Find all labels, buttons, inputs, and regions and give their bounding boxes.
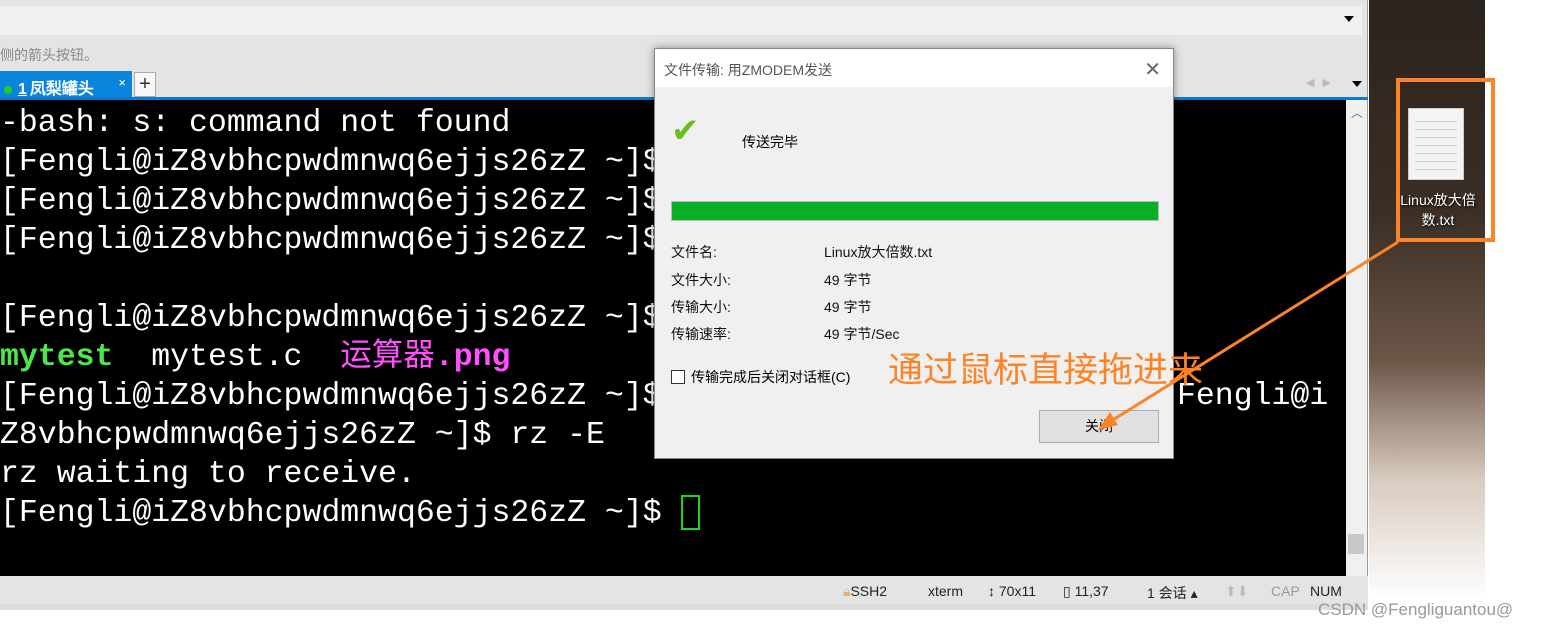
scroll-thumb[interactable] bbox=[1348, 534, 1364, 554]
cursor bbox=[680, 495, 700, 531]
dropdown-arrow-icon[interactable] bbox=[1344, 16, 1354, 22]
scroll-up-icon[interactable]: ︿ bbox=[1351, 104, 1363, 121]
field-row: 传输大小: 49 字节 bbox=[671, 297, 871, 317]
tab-menu-icon[interactable] bbox=[1352, 81, 1362, 87]
terminal-line: [Fengli@iZ8vbhcpwdmnwq6ejjs26zZ ~]$ bbox=[0, 301, 662, 336]
field-label: 文件名: bbox=[671, 244, 717, 260]
ssh-label: SSH2 bbox=[850, 583, 888, 599]
dialog-title: 文件传输: 用ZMODEM发送 bbox=[655, 49, 1173, 87]
status-pos: ▯ 11,37 bbox=[1063, 583, 1109, 599]
terminal-line: [Fengli@iZ8vbhcpwdmnwq6ejjs26zZ ~]$ bbox=[0, 184, 662, 219]
ls-output: mytest mytest.c 运算器.png bbox=[0, 338, 510, 377]
field-label: 文件大小: bbox=[671, 272, 731, 288]
field-value: Linux放大倍数.txt bbox=[824, 244, 933, 260]
field-row: 文件名: Linux放大倍数.txt bbox=[671, 242, 932, 262]
field-label: 传输速率: bbox=[671, 326, 731, 342]
status-arrows-icon[interactable]: ⬆⬇ bbox=[1225, 583, 1248, 600]
hint-text: 侧的箭头按钮。 bbox=[0, 47, 98, 63]
auto-close-checkbox[interactable]: 传输完成后关闭对话框(C) bbox=[671, 367, 850, 387]
annotation-text: 通过鼠标直接拖进来 bbox=[888, 351, 1204, 390]
progress-bar bbox=[671, 201, 1159, 221]
connected-icon bbox=[4, 86, 12, 94]
field-value: 49 字节 bbox=[824, 299, 872, 315]
address-bar[interactable] bbox=[0, 6, 1362, 35]
field-label: 传输大小: bbox=[671, 299, 731, 315]
status-cap: CAP bbox=[1271, 583, 1300, 599]
tab-session[interactable]: 1 凤梨罐头 × bbox=[0, 71, 132, 98]
status-num: NUM bbox=[1310, 583, 1342, 599]
terminal-line: [Fengli@iZ8vbhcpwdmnwq6ejjs26zZ ~]$ bbox=[0, 145, 662, 180]
tab-index: 1 bbox=[18, 81, 27, 98]
field-row: 文件大小: 49 字节 bbox=[671, 270, 871, 290]
tab-scroll-arrows-icon[interactable]: ◀▶ bbox=[1306, 76, 1339, 89]
status-ssh: 🔒︎SSH2 bbox=[843, 583, 887, 600]
status-sessions[interactable]: 1 会话 ▴ bbox=[1147, 583, 1198, 603]
transfer-status: 传送完毕 bbox=[742, 134, 798, 150]
terminal-line: Z8vbhcpwdmnwq6ejjs26zZ ~]$ rz -E bbox=[0, 418, 605, 453]
terminal-prompt-line: [Fengli@iZ8vbhcpwdmnwq6ejjs26zZ ~]$ bbox=[0, 494, 700, 533]
terminal-line: rz waiting to receive. bbox=[0, 457, 416, 492]
checkbox-label: 传输完成后关闭对话框(C) bbox=[691, 369, 851, 385]
field-row: 传输速率: 49 字节/Sec bbox=[671, 324, 899, 344]
ls-img: 运算器 bbox=[340, 340, 435, 375]
progress-fill bbox=[672, 202, 1158, 220]
size-value: 70x11 bbox=[998, 583, 1036, 599]
tab-label: 凤梨罐头 bbox=[29, 81, 94, 98]
field-value: 49 字节 bbox=[824, 272, 872, 288]
status-bar: 🔒︎SSH2 xterm ↕ 70x11 ▯ 11,37 1 会话 ▴ ⬆⬇ C… bbox=[0, 576, 1368, 604]
ls-src: mytest.c bbox=[151, 340, 303, 375]
taskbar-strip bbox=[0, 604, 1368, 610]
ls-img-ext: .png bbox=[434, 340, 511, 375]
dialog-close-icon[interactable]: ✕ bbox=[1144, 57, 1161, 82]
zmodem-dialog: 文件传输: 用ZMODEM发送 ✕ ✔ 传送完毕 文件名: Linux放大倍数.t… bbox=[654, 48, 1174, 459]
prompt: [Fengli@iZ8vbhcpwdmnwq6ejjs26zZ ~]$ bbox=[0, 496, 681, 531]
status-term: xterm bbox=[928, 583, 963, 599]
status-size: ↕ 70x11 bbox=[988, 583, 1036, 599]
terminal-line: [Fengli@iZ8vbhcpwdmnwq6ejjs26zZ ~]$ bbox=[0, 379, 662, 414]
pos-value: 11,37 bbox=[1074, 583, 1109, 599]
field-value: 49 字节/Sec bbox=[824, 326, 900, 342]
ls-exe: mytest bbox=[0, 340, 114, 375]
terminal-line: -bash: s: command not found bbox=[0, 106, 511, 141]
checkbox-box[interactable] bbox=[671, 370, 685, 384]
new-tab-button[interactable]: + bbox=[134, 72, 156, 97]
watermark: CSDN @Fengliguantou@ bbox=[1318, 600, 1514, 619]
checkmark-icon: ✔ bbox=[671, 112, 700, 150]
tab-close-icon[interactable]: × bbox=[118, 75, 126, 90]
close-button[interactable]: 关闭 bbox=[1039, 410, 1159, 443]
sessions-value: 1 会话 bbox=[1147, 585, 1187, 601]
terminal-line: [Fengli@iZ8vbhcpwdmnwq6ejjs26zZ ~]$ bbox=[0, 223, 662, 258]
highlight-box bbox=[1396, 78, 1495, 242]
vertical-scrollbar[interactable]: ︿ bbox=[1346, 100, 1367, 576]
